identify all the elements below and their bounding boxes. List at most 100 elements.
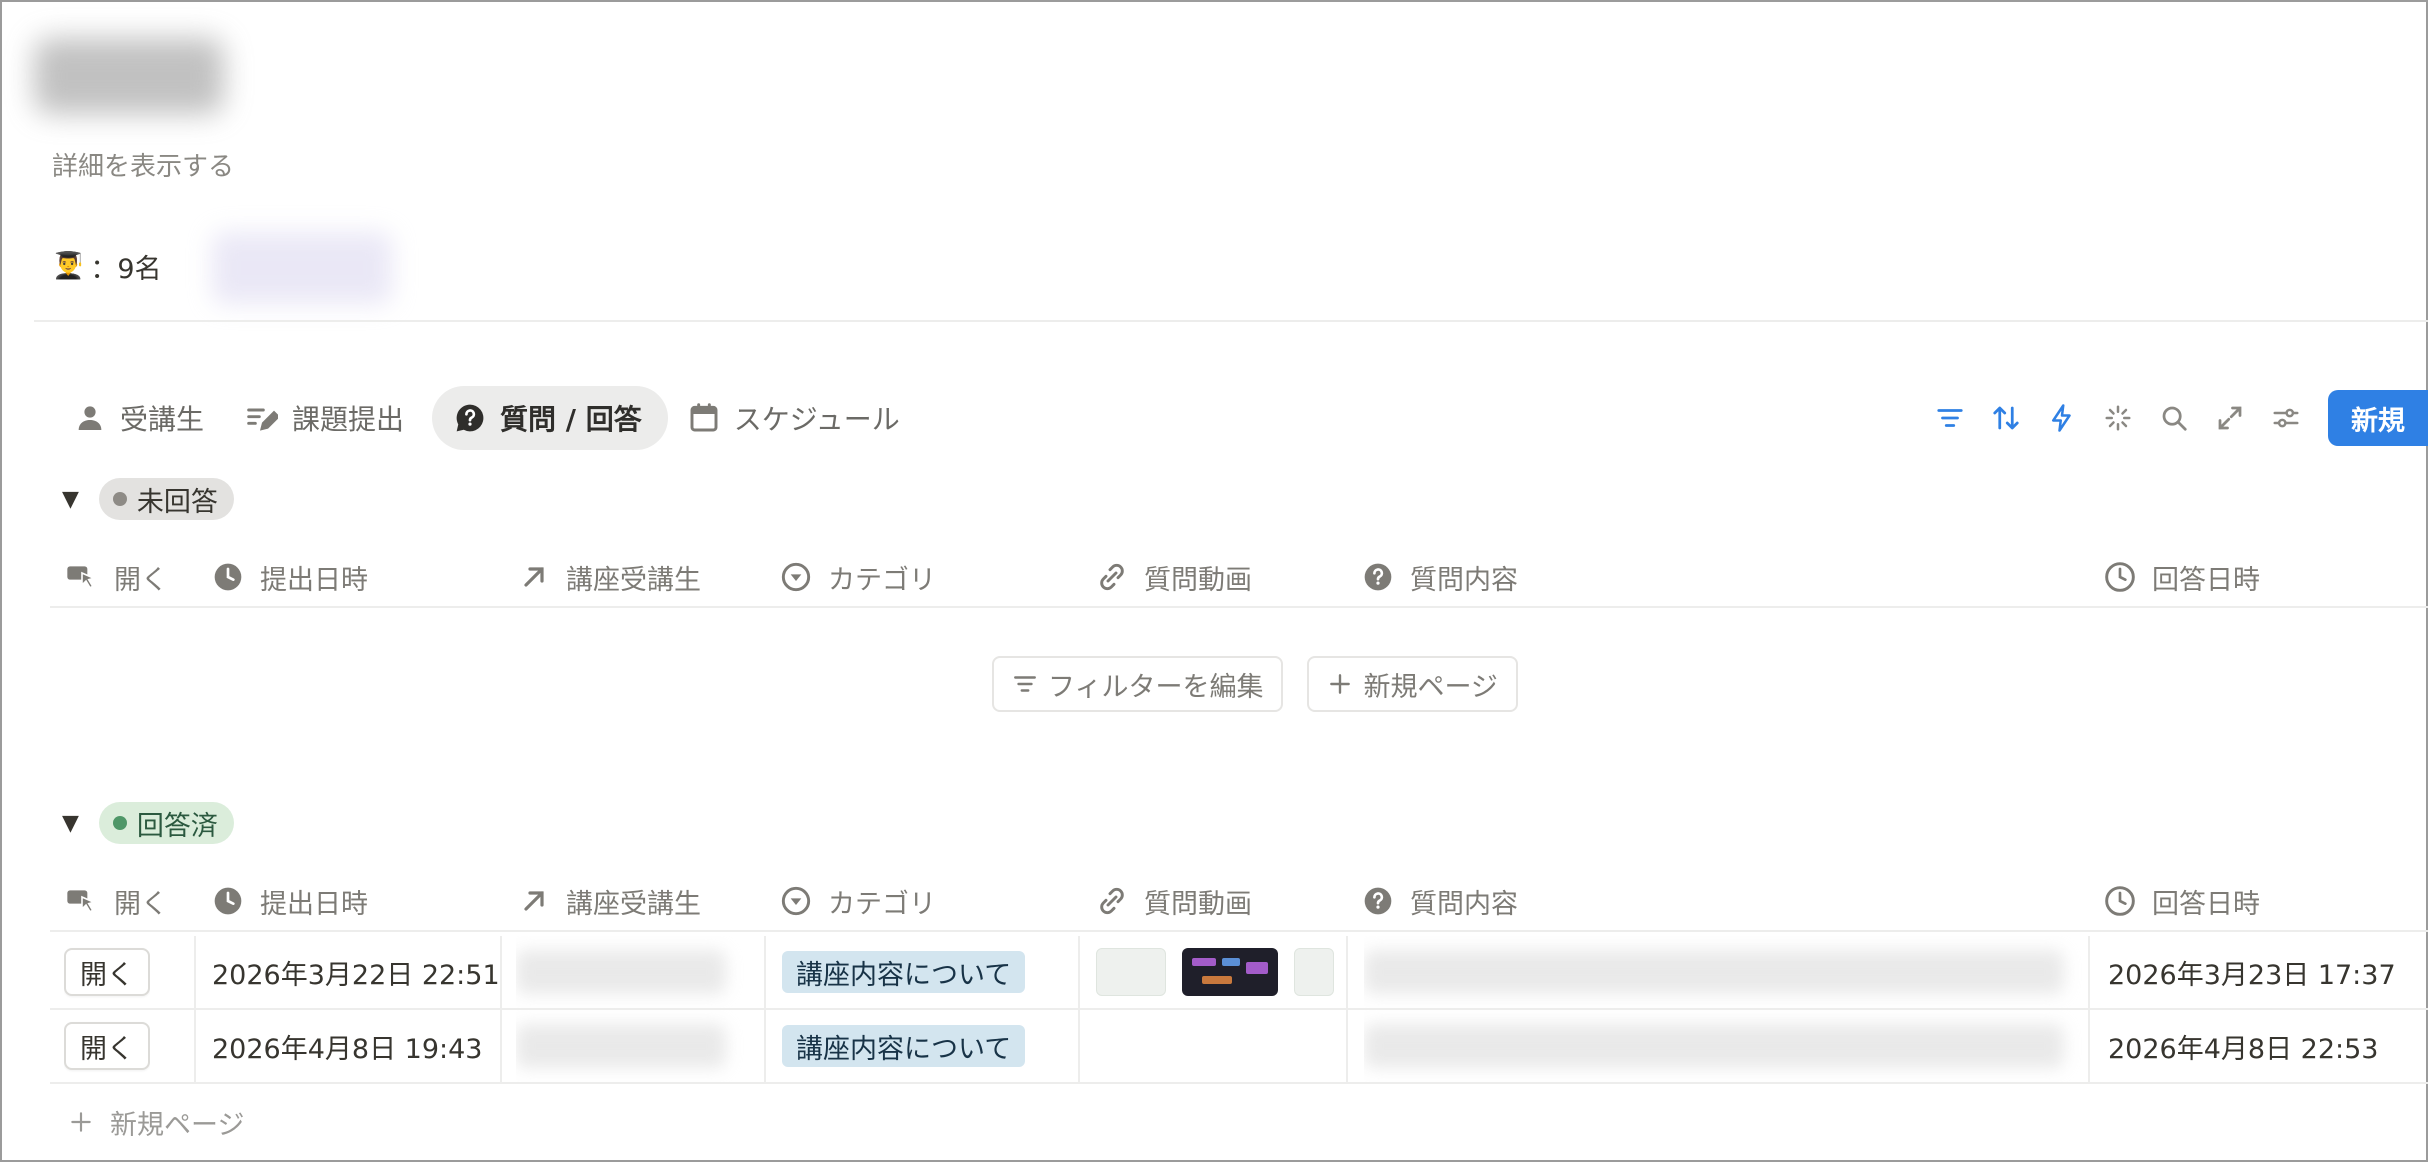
column-header-row: 開く 提出日時 講座受講生 カテゴリ 質問動画 質問内容 回答日時 xyxy=(50,870,2428,932)
table-row[interactable]: 開く 2026年4月8日 19:43 講座内容について 2026年4月8日 22… xyxy=(50,1010,2428,1084)
question-bubble-icon xyxy=(456,404,484,432)
cell-open: 開く xyxy=(64,936,150,1008)
column-label: 提出日時 xyxy=(260,888,368,920)
question-redacted xyxy=(1364,1024,2064,1068)
show-details-link[interactable]: 詳細を表示する xyxy=(52,146,234,183)
sort-icon xyxy=(1993,406,2019,430)
collapse-caret-icon[interactable]: ▼ xyxy=(62,487,79,512)
column-label: 講座受講生 xyxy=(566,564,701,596)
status-badge: 未回答 xyxy=(98,478,234,520)
column-header-submitted[interactable]: 提出日時 xyxy=(212,870,368,932)
new-button[interactable]: 新規 xyxy=(2328,390,2428,446)
cell-divider xyxy=(194,1010,196,1082)
cell-submitted[interactable]: 2026年4月8日 19:43 xyxy=(212,1010,498,1082)
relation-arrow-icon xyxy=(524,891,544,911)
cell-submitted[interactable]: 2026年3月22日 22:51 xyxy=(212,936,498,1008)
video-thumbnail[interactable] xyxy=(1294,948,1334,996)
category-tag: 講座内容について xyxy=(782,1025,1026,1067)
column-header-video[interactable]: 質問動画 xyxy=(1096,870,1252,932)
open-button[interactable]: 開く xyxy=(64,948,150,996)
settings-button[interactable] xyxy=(2258,390,2314,446)
table-row[interactable]: 開く 2026年3月22日 22:51 講座内容について 2026年3月23日 … xyxy=(50,936,2428,1010)
status-dot-icon xyxy=(112,816,127,830)
column-header-row: 開く 提出日時 講座受講生 カテゴリ 質問動画 質問内容 回答日時 xyxy=(50,546,2428,608)
status-badge: 回答済 xyxy=(98,802,234,844)
edit-filter-button[interactable]: フィルターを編集 xyxy=(992,656,1284,712)
plus-icon xyxy=(71,1112,91,1132)
add-page-label: 新規ページ xyxy=(110,1109,245,1141)
tab-schedule[interactable]: スケジュール xyxy=(674,386,922,450)
column-header-open[interactable]: 開く xyxy=(66,870,168,932)
filter-button[interactable] xyxy=(1922,390,1978,446)
automation-button[interactable] xyxy=(2034,390,2090,446)
new-page-button[interactable]: 新規ページ xyxy=(1307,656,1518,712)
column-label: カテゴリ xyxy=(828,888,936,920)
clock-icon xyxy=(214,887,242,915)
column-label: 開く xyxy=(114,888,168,920)
button-label: フィルターを編集 xyxy=(1048,671,1264,703)
column-label: 開く xyxy=(114,564,168,596)
cell-video[interactable] xyxy=(1096,1010,1344,1082)
tab-students[interactable]: 受講生 xyxy=(60,386,226,450)
expand-icon xyxy=(2218,406,2242,430)
column-header-answered[interactable]: 回答日時 xyxy=(2104,546,2260,608)
clock-icon xyxy=(214,563,242,591)
divider xyxy=(34,320,2428,322)
collapse-caret-icon[interactable]: ▼ xyxy=(62,811,79,836)
cell-video[interactable] xyxy=(1096,936,1344,1008)
tab-label: 質問 / 回答 xyxy=(500,403,642,436)
search-icon xyxy=(2162,406,2187,431)
column-header-open[interactable]: 開く xyxy=(66,546,168,608)
cell-divider xyxy=(2088,936,2090,1008)
group-header-answered[interactable]: ▼ 回答済 xyxy=(62,802,234,844)
video-thumbnail[interactable] xyxy=(1182,948,1278,996)
open-button[interactable]: 開く xyxy=(64,1022,150,1070)
column-header-category[interactable]: カテゴリ xyxy=(780,870,936,932)
column-label: 質問内容 xyxy=(1410,564,1518,596)
column-header-video[interactable]: 質問動画 xyxy=(1096,546,1252,608)
column-label: 提出日時 xyxy=(260,564,368,596)
status-label: 未回答 xyxy=(136,486,218,518)
add-new-page-button[interactable]: 新規ページ xyxy=(68,1100,244,1144)
cell-divider xyxy=(764,936,766,1008)
cell-student[interactable] xyxy=(516,936,746,1008)
view-tabs: 受講生 課題提出 質問 / 回答 スケジュール xyxy=(60,386,922,450)
group-header-unanswered[interactable]: ▼ 未回答 xyxy=(62,478,234,520)
cell-divider xyxy=(500,936,502,1008)
sort-button[interactable] xyxy=(1978,390,2034,446)
cell-divider xyxy=(1346,936,1348,1008)
column-header-question[interactable]: 質問内容 xyxy=(1362,870,1518,932)
cell-divider xyxy=(2088,1010,2090,1082)
tab-assignments[interactable]: 課題提出 xyxy=(232,386,426,450)
student-redacted xyxy=(516,1024,726,1068)
column-label: 質問動画 xyxy=(1144,888,1252,920)
column-label: 質問内容 xyxy=(1410,888,1518,920)
select-icon xyxy=(781,562,811,592)
select-icon xyxy=(781,886,811,916)
cell-student[interactable] xyxy=(516,1010,746,1082)
column-label: カテゴリ xyxy=(828,564,936,596)
cell-question[interactable] xyxy=(1364,1010,2084,1082)
attachment-icon xyxy=(1100,563,1124,591)
column-label: 講座受講生 xyxy=(566,888,701,920)
column-header-student[interactable]: 講座受講生 xyxy=(518,870,701,932)
filter-icon xyxy=(1937,409,1963,427)
cell-answered[interactable]: 2026年4月8日 22:53 xyxy=(2108,1010,2378,1082)
cell-answered[interactable]: 2026年3月23日 17:37 xyxy=(2108,936,2396,1008)
calendar-icon xyxy=(690,403,718,432)
ai-button[interactable] xyxy=(2090,390,2146,446)
ai-sparkle-icon xyxy=(2105,405,2131,431)
column-header-question[interactable]: 質問内容 xyxy=(1362,546,1518,608)
column-header-submitted[interactable]: 提出日時 xyxy=(212,546,368,608)
cell-category[interactable]: 講座内容について xyxy=(782,1010,1026,1082)
cell-category[interactable]: 講座内容について xyxy=(782,936,1026,1008)
tab-questions[interactable]: 質問 / 回答 xyxy=(432,386,668,450)
column-header-category[interactable]: カテゴリ xyxy=(780,546,936,608)
expand-button[interactable] xyxy=(2202,390,2258,446)
column-header-student[interactable]: 講座受講生 xyxy=(518,546,701,608)
video-thumbnail[interactable] xyxy=(1096,948,1166,996)
cell-question[interactable] xyxy=(1364,936,2084,1008)
search-button[interactable] xyxy=(2146,390,2202,446)
column-header-answered[interactable]: 回答日時 xyxy=(2104,870,2260,932)
cell-divider xyxy=(1346,1010,1348,1082)
